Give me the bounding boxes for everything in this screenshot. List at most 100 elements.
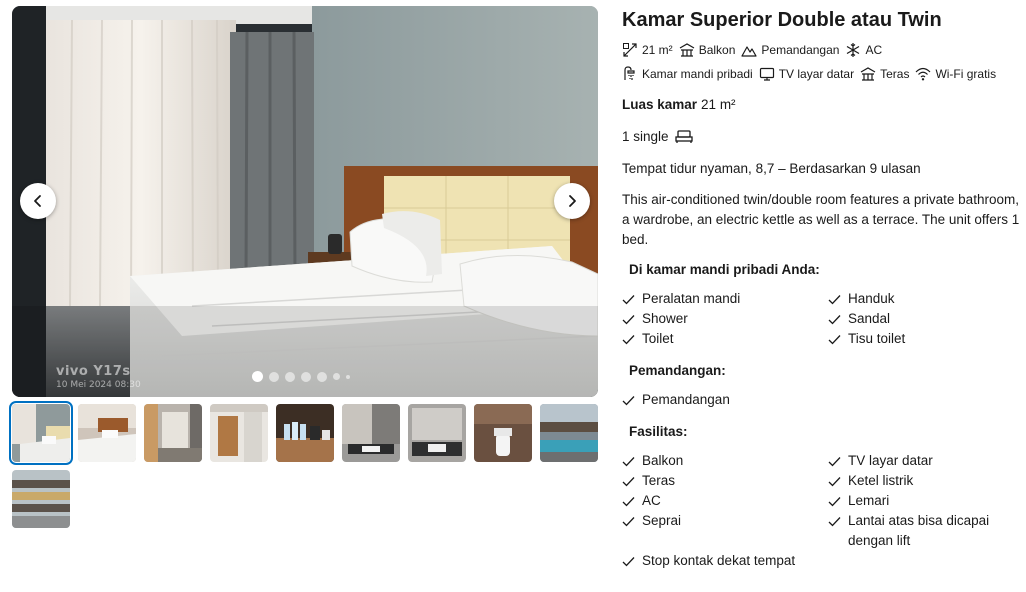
list-item: Ketel listrik [828,471,1018,491]
bed-count: 1 single [622,129,669,144]
carousel-dot-2[interactable] [269,371,279,382]
carousel-dot-7[interactable] [346,374,350,379]
list-item: Peralatan mandi [622,289,828,309]
chevron-left-icon [34,195,41,207]
room-size-line: Luas kamar 21 m² [622,96,1022,114]
thumbnail-7[interactable] [408,404,466,462]
list-item: Sandal [828,309,1018,329]
facilities-list: Balkon TV layar datar Teras Ketel listri… [622,451,1022,571]
checkmark-icon [622,511,642,531]
amenity-terrace: Teras [860,66,909,82]
amenity-balcony: Balkon [679,42,736,58]
thumbnail-6[interactable] [342,404,400,462]
carousel-dot-5[interactable] [317,371,327,382]
checkmark-icon [622,390,642,410]
list-item: AC [622,491,828,511]
amenity-label: AC [865,43,883,57]
list-item: TV layar datar [828,451,1018,471]
thumbnail-10[interactable] [12,470,70,528]
amenity-label: 21 m² [642,43,673,57]
watermark-date: 10 Mei 2024 08:30 [56,380,141,390]
thumbnail-9[interactable] [540,404,598,462]
amenities-row-1: 21 m² Balkon Pemandangan AC [622,42,1022,58]
amenity-label: Wi-Fi gratis [935,67,997,81]
amenity-label: Pemandangan [761,43,840,57]
list-item: Seprai [622,511,828,551]
view-list: Pemandangan [622,390,1022,410]
facilities-section-title: Fasilitas: [629,424,688,439]
list-item: Lemari [828,491,1018,511]
thumbnail-1[interactable] [9,401,73,465]
wifi-icon [916,67,931,81]
next-photo-button[interactable] [554,183,590,219]
snowflake-ac-icon [847,43,860,57]
checkmark-icon [622,551,642,571]
list-item: Pemandangan [622,390,1022,410]
watermark-brand: vivo Y17s [56,364,131,379]
checkmark-icon [622,329,642,349]
thumbnail-3[interactable] [144,404,202,462]
checkmark-icon [828,471,848,491]
checkmark-icon [622,471,642,491]
room-details: Kamar Superior Double atau Twin 21 m² Ba… [622,8,1022,571]
amenity-label: Balkon [698,43,736,57]
amenity-wifi: Wi-Fi gratis [915,66,996,82]
amenity-label: Kamar mandi pribadi [642,67,753,81]
list-item: Stop kontak dekat tempat [622,551,828,571]
mountain-view-icon [741,46,757,57]
single-bed-icon [674,130,693,143]
carousel-dot-1[interactable] [252,371,263,382]
checkmark-icon [828,309,848,329]
amenities-row-2: Kamar mandi pribadi TV layar datar Teras… [622,66,1022,82]
room-title: Kamar Superior Double atau Twin [622,9,942,31]
room-size-icon [623,43,637,57]
thumbnail-strip [9,401,600,528]
thumbnail-4[interactable] [210,404,268,462]
list-item: Lantai atas bisa dicapai dengan lift [828,511,1018,551]
photo-gallery: vivo Y17s 10 Mei 2024 08:30 [9,6,598,528]
view-section-title: Pemandangan: [629,363,726,378]
thumbnail-2[interactable] [78,404,136,462]
carousel-pagination [252,371,350,382]
terrace-icon [860,67,876,81]
photo-watermark: vivo Y17s 10 Mei 2024 08:30 [56,360,141,390]
amenity-room-size: 21 m² [622,42,673,58]
tv-icon [759,67,774,81]
room-size-value: 21 m² [701,97,736,112]
amenity-tv: TV layar datar [759,66,854,82]
room-description: This air-conditioned twin/double room fe… [622,192,1020,247]
amenity-private-bathroom: Kamar mandi pribadi [622,66,753,82]
shower-icon [624,66,635,80]
checkmark-icon [828,329,848,349]
room-size-label: Luas kamar [622,97,698,112]
carousel-dot-6[interactable] [333,373,340,380]
thumbnail-5[interactable] [276,404,334,462]
checkmark-icon [622,491,642,511]
amenity-label: Teras [880,67,910,81]
list-item: Shower [622,309,828,329]
checkmark-icon [622,289,642,309]
list-item: Tisu toilet [828,329,1018,349]
list-item: Teras [622,471,828,491]
main-room-photo[interactable]: vivo Y17s 10 Mei 2024 08:30 [12,6,598,397]
list-item: Handuk [828,289,1018,309]
amenity-view: Pemandangan [741,42,839,58]
room-photo-image [12,6,598,397]
list-item: Balkon [622,451,828,471]
amenity-ac: AC [845,42,882,58]
bed-info: 1 single [622,128,1022,146]
balcony-icon [679,43,694,57]
bed-rating: Tempat tidur nyaman, 8,7 – Berdasarkan 9… [622,161,921,176]
amenity-label: TV layar datar [778,67,855,81]
checkmark-icon [828,491,848,511]
checkmark-icon [622,309,642,329]
carousel-dot-3[interactable] [285,371,295,382]
checkmark-icon [828,289,848,309]
checkmark-icon [622,451,642,471]
bathroom-section-title: Di kamar mandi pribadi Anda: [629,262,820,277]
previous-photo-button[interactable] [20,183,56,219]
list-item: Toilet [622,329,828,349]
thumbnail-8[interactable] [474,404,532,462]
carousel-dot-4[interactable] [301,371,311,382]
checkmark-icon [828,511,848,531]
